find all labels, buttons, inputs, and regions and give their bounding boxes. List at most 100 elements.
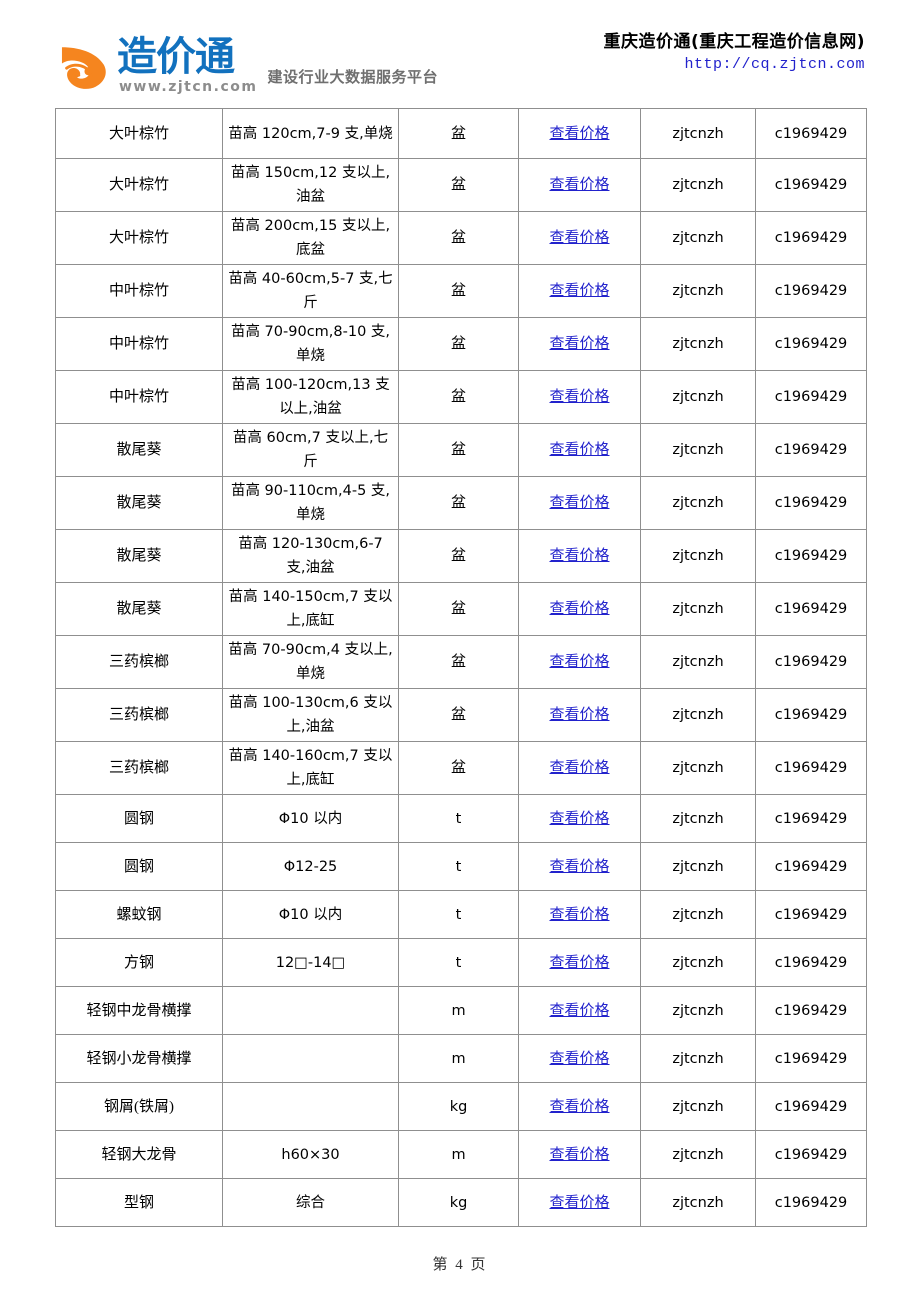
table-row: 大叶棕竹 苗高 200cm,15 支以上,底盆盆 查看价格 zjtcnzh c19694… — [55, 211, 867, 265]
cell-source: zjtcnzh — [640, 890, 756, 939]
cell-code: c1969429 — [755, 794, 867, 843]
site-url[interactable]: http://cq.zjtcn.com — [603, 55, 865, 75]
table-row: 圆钢 Φ10 以内 t 查看价格 zjtcnzh c1969429 — [55, 794, 867, 843]
cell-source: zjtcnzh — [640, 211, 756, 265]
cell-price-link: 查看价格 — [518, 635, 641, 689]
view-price-link[interactable]: 查看价格 — [549, 336, 609, 352]
table-row: 三药槟榔 苗高 70-90cm,4 支以上,单烧盆 查看价格 zjtcnzh c1969… — [55, 635, 867, 689]
view-price-link[interactable]: 查看价格 — [549, 1051, 609, 1067]
view-price-link[interactable]: 查看价格 — [549, 283, 609, 299]
view-price-link[interactable]: 查看价格 — [549, 601, 609, 617]
cell-specification — [222, 1034, 399, 1083]
cell-material-name: 大叶棕竹 — [55, 108, 223, 159]
table-row: 轻钢大龙骨 h60×30 m 查看价格 zjtcnzh c1969429 — [55, 1130, 867, 1179]
cell-unit: 盆 — [398, 264, 519, 318]
cell-price-link: 查看价格 — [518, 938, 641, 987]
cell-price-link: 查看价格 — [518, 986, 641, 1035]
header-site-info: 重庆造价通(重庆工程造价信息网) http://cq.zjtcn.com — [603, 0, 865, 75]
page-footer: 第 4 页 — [432, 1257, 488, 1273]
table-row: 方钢 12□-14□ t 查看价格 zjtcnzh c1969429 — [55, 938, 867, 987]
table-row: 散尾葵 苗高 90-110cm,4-5 支,单烧盆 查看价格 zjtcnzh c1969… — [55, 476, 867, 530]
cell-source: zjtcnzh — [640, 529, 756, 583]
view-price-link[interactable]: 查看价格 — [549, 907, 609, 923]
view-price-link[interactable]: 查看价格 — [549, 1147, 609, 1163]
cell-material-name: 螺蚊钢 — [55, 890, 223, 939]
table-row: 中叶棕竹 苗高 70-90cm,8-10 支,单烧盆 查看价格 zjtcnzh c196… — [55, 317, 867, 371]
brand-tagline: 建设行业大数据服务平台 — [267, 68, 438, 86]
cell-code: c1969429 — [755, 158, 867, 212]
cell-code: c1969429 — [755, 1178, 867, 1227]
view-price-link[interactable]: 查看价格 — [549, 1099, 609, 1115]
table-row: 散尾葵 苗高 140-150cm,7 支以上,底缸盆 查看价格 zjtcnzh c196… — [55, 582, 867, 636]
view-price-link[interactable]: 查看价格 — [549, 230, 609, 246]
table-row: 三药槟榔 苗高 140-160cm,7 支以上,底缸盆 查看价格 zjtcnzh c19… — [55, 741, 867, 795]
view-price-link[interactable]: 查看价格 — [549, 707, 609, 723]
cell-specification: 综合 — [222, 1178, 399, 1227]
table-row: 型钢 综合 kg 查看价格 zjtcnzh c1969429 — [55, 1178, 867, 1227]
cell-code: c1969429 — [755, 317, 867, 371]
cell-price-link: 查看价格 — [518, 211, 641, 265]
cell-source: zjtcnzh — [640, 1130, 756, 1179]
cell-code: c1969429 — [755, 890, 867, 939]
cell-code: c1969429 — [755, 529, 867, 583]
view-price-link[interactable]: 查看价格 — [549, 177, 609, 193]
cell-material-name: 散尾葵 — [55, 529, 223, 583]
cell-source: zjtcnzh — [640, 842, 756, 891]
cell-specification: 苗高 70-90cm,8-10 支,单烧 — [222, 317, 399, 371]
cell-price-link: 查看价格 — [518, 158, 641, 212]
cell-unit: m — [398, 1130, 519, 1179]
cell-material-name: 中叶棕竹 — [55, 370, 223, 424]
cell-material-name: 轻钢中龙骨横撑 — [55, 986, 223, 1035]
cell-price-link: 查看价格 — [518, 582, 641, 636]
cell-material-name: 轻钢大龙骨 — [55, 1130, 223, 1179]
cell-price-link: 查看价格 — [518, 423, 641, 477]
view-price-link[interactable]: 查看价格 — [549, 760, 609, 776]
cell-specification: 苗高 100-130cm,6 支以上,油盆 — [222, 688, 399, 742]
brand-name: 造价通 — [117, 34, 235, 80]
view-price-link[interactable]: 查看价格 — [549, 442, 609, 458]
cell-unit: t — [398, 842, 519, 891]
cell-material-name: 三药槟榔 — [55, 688, 223, 742]
cell-material-name: 圆钢 — [55, 794, 223, 843]
price-table: 大叶棕竹 苗高 120cm,7-9 支,单烧盆查看价格 zjtcnzh c196942… — [55, 108, 867, 1227]
cell-price-link: 查看价格 — [518, 317, 641, 371]
cell-price-link: 查看价格 — [518, 1130, 641, 1179]
view-price-link[interactable]: 查看价格 — [549, 389, 609, 405]
cell-specification: 苗高 60cm,7 支以上,七斤 — [222, 423, 399, 477]
cell-unit: 盆 — [398, 476, 519, 530]
table-row: 中叶棕竹 苗高 100-120cm,13 支以上,油盆盆 查看价格 zjtcnzh c1… — [55, 370, 867, 424]
cell-unit: 盆 — [398, 688, 519, 742]
cell-source: zjtcnzh — [640, 741, 756, 795]
cell-material-name: 中叶棕竹 — [55, 317, 223, 371]
view-price-link[interactable]: 查看价格 — [549, 126, 609, 142]
view-price-link[interactable]: 查看价格 — [549, 1003, 609, 1019]
view-price-link[interactable]: 查看价格 — [549, 811, 609, 827]
cell-material-name: 轻钢小龙骨横撑 — [55, 1034, 223, 1083]
cell-price-link: 查看价格 — [518, 842, 641, 891]
cell-material-name: 大叶棕竹 — [55, 158, 223, 212]
cell-source: zjtcnzh — [640, 1034, 756, 1083]
table-row: 钢屑(铁屑) kg 查看价格 zjtcnzh c1969429 — [55, 1082, 867, 1131]
cell-source: zjtcnzh — [640, 264, 756, 318]
view-price-link[interactable]: 查看价格 — [549, 495, 609, 511]
cell-material-name: 散尾葵 — [55, 582, 223, 636]
cell-material-name: 三药槟榔 — [55, 741, 223, 795]
cell-unit: 盆 — [398, 423, 519, 477]
cell-code: c1969429 — [755, 1034, 867, 1083]
cell-price-link: 查看价格 — [518, 1178, 641, 1227]
view-price-link[interactable]: 查看价格 — [549, 654, 609, 670]
cell-specification: Φ10 以内 — [222, 890, 399, 939]
cell-unit: 盆 — [398, 741, 519, 795]
cell-code: c1969429 — [755, 741, 867, 795]
cell-code: c1969429 — [755, 688, 867, 742]
view-price-link[interactable]: 查看价格 — [549, 548, 609, 564]
cell-material-name: 圆钢 — [55, 842, 223, 891]
view-price-link[interactable]: 查看价格 — [549, 859, 609, 875]
cell-code: c1969429 — [755, 211, 867, 265]
cell-material-name: 方钢 — [55, 938, 223, 987]
site-name: 重庆造价通(重庆工程造价信息网) — [603, 32, 865, 52]
cell-code: c1969429 — [755, 1130, 867, 1179]
view-price-link[interactable]: 查看价格 — [549, 955, 609, 971]
cell-unit: m — [398, 986, 519, 1035]
view-price-link[interactable]: 查看价格 — [549, 1195, 609, 1211]
